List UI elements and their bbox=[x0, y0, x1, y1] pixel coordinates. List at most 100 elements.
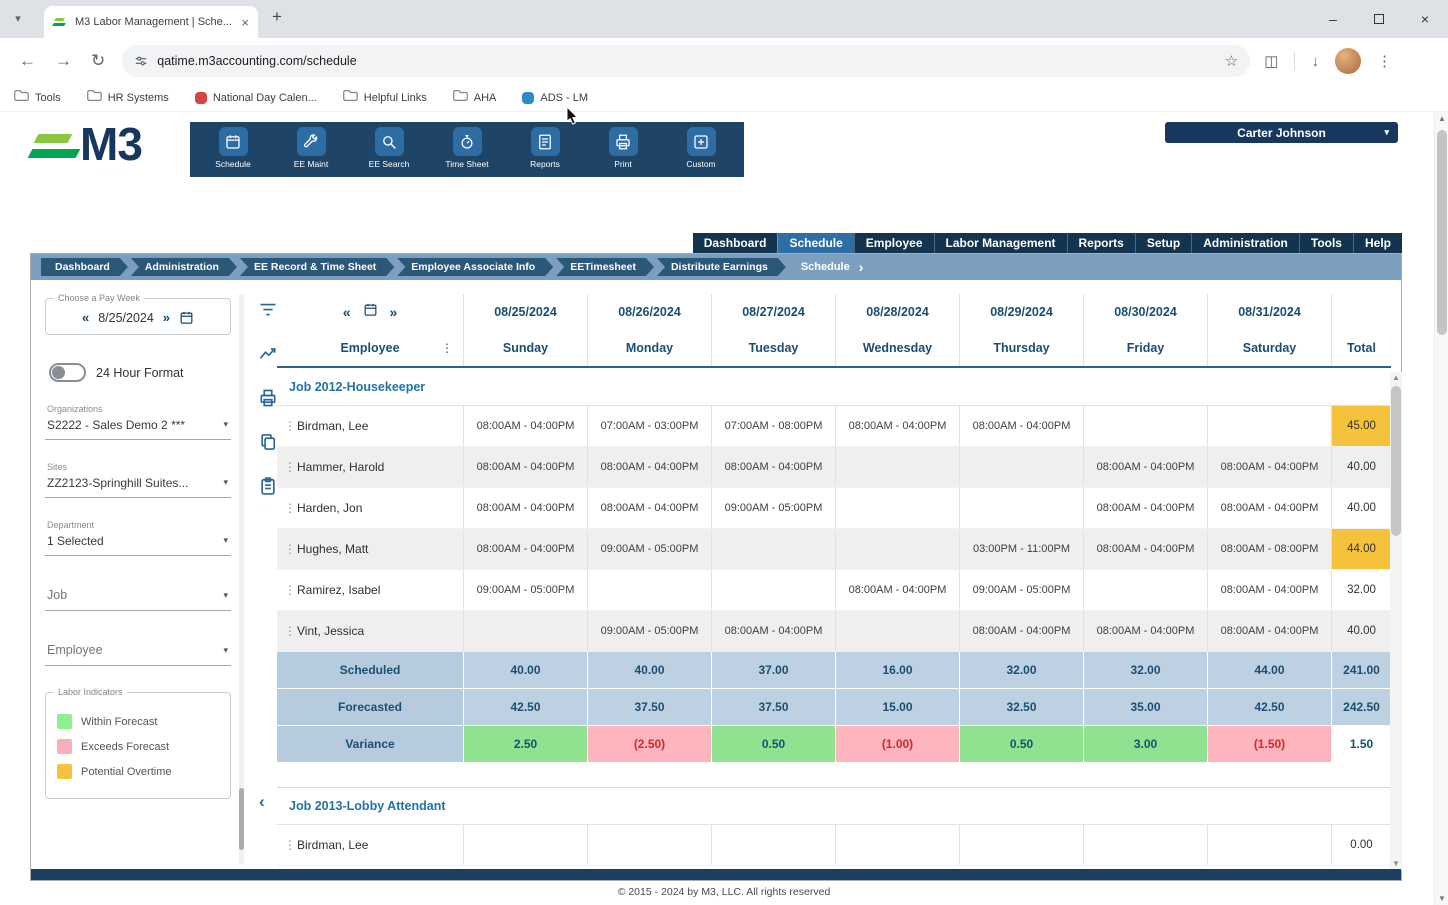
calendar-icon[interactable] bbox=[179, 310, 194, 325]
drag-handle-icon[interactable]: ⋮ bbox=[284, 624, 296, 638]
sites-select[interactable]: Sites ZZ2123-Springhill Suites... ▾ bbox=[45, 461, 231, 498]
breadcrumb-item[interactable]: Distribute Earnings bbox=[657, 258, 786, 276]
scroll-up-icon[interactable]: ▲ bbox=[1435, 114, 1448, 123]
shift-cell[interactable]: 08:00AM - 04:00PM bbox=[587, 447, 711, 487]
maximize-button[interactable] bbox=[1356, 0, 1402, 38]
bookmark-item[interactable]: Helpful Links bbox=[343, 89, 427, 107]
shift-cell[interactable] bbox=[711, 825, 835, 865]
refresh-icon[interactable]: ↻ bbox=[91, 51, 105, 71]
shift-cell[interactable]: 08:00AM - 04:00PM bbox=[959, 406, 1083, 446]
nav-tab-reports[interactable]: Reports bbox=[1067, 233, 1135, 254]
breadcrumb-item[interactable]: EETimesheet bbox=[556, 258, 654, 276]
shift-cell[interactable]: 07:00AM - 03:00PM bbox=[587, 406, 711, 446]
browser-menu-icon[interactable]: ⋮ bbox=[1377, 52, 1392, 70]
drag-handle-icon[interactable]: ⋮ bbox=[284, 583, 296, 597]
shift-cell[interactable] bbox=[835, 529, 959, 569]
breadcrumb-item[interactable]: EE Record & Time Sheet bbox=[240, 258, 394, 276]
calendar-icon[interactable] bbox=[363, 302, 378, 322]
shift-cell[interactable]: 08:00AM - 04:00PM bbox=[463, 406, 587, 446]
shift-cell[interactable] bbox=[959, 447, 1083, 487]
department-select[interactable]: Department 1 Selected ▾ bbox=[45, 519, 231, 556]
print-icon[interactable] bbox=[258, 388, 278, 408]
nav-tab-labor-management[interactable]: Labor Management bbox=[934, 233, 1067, 254]
shift-cell[interactable]: 09:00AM - 05:00PM bbox=[587, 611, 711, 651]
shift-cell[interactable] bbox=[959, 488, 1083, 528]
trend-chart-icon[interactable] bbox=[258, 344, 278, 364]
close-window-button[interactable]: × bbox=[1402, 0, 1448, 38]
drag-handle-icon[interactable]: ⋮ bbox=[284, 460, 296, 474]
shift-cell[interactable]: 08:00AM - 04:00PM bbox=[1207, 488, 1331, 528]
employee-cell[interactable]: ⋮Hammer, Harold bbox=[277, 447, 463, 487]
shift-cell[interactable] bbox=[587, 825, 711, 865]
shift-cell[interactable] bbox=[835, 611, 959, 651]
shift-cell[interactable]: 09:00AM - 05:00PM bbox=[587, 529, 711, 569]
shift-cell[interactable]: 08:00AM - 04:00PM bbox=[1083, 447, 1207, 487]
breadcrumb-item[interactable]: Dashboard bbox=[41, 258, 128, 276]
toolbar-ee-maint-button[interactable]: EE Maint bbox=[273, 127, 349, 169]
bookmark-item[interactable]: ADS - LM bbox=[522, 92, 588, 104]
toolbar-ee-search-button[interactable]: EE Search bbox=[351, 127, 427, 169]
breadcrumb-item[interactable]: Employee Associate Info bbox=[397, 258, 553, 276]
shift-cell[interactable] bbox=[463, 611, 587, 651]
organizations-select[interactable]: Organizations S2222 - Sales Demo 2 *** ▾ bbox=[45, 403, 231, 440]
shift-cell[interactable] bbox=[1207, 406, 1331, 446]
new-tab-button[interactable]: + bbox=[272, 7, 282, 27]
shift-cell[interactable]: 09:00AM - 05:00PM bbox=[711, 488, 835, 528]
shift-cell[interactable] bbox=[1207, 825, 1331, 865]
shift-cell[interactable] bbox=[587, 570, 711, 610]
drag-handle-icon[interactable]: ⋮ bbox=[284, 419, 296, 433]
nav-tab-schedule[interactable]: Schedule bbox=[777, 233, 853, 254]
shift-cell[interactable]: 08:00AM - 04:00PM bbox=[463, 447, 587, 487]
minimize-button[interactable]: – bbox=[1310, 0, 1356, 38]
site-info-icon[interactable] bbox=[134, 54, 148, 68]
shift-cell[interactable]: 07:00AM - 08:00PM bbox=[711, 406, 835, 446]
shift-cell[interactable] bbox=[463, 825, 587, 865]
collapse-sidebar-icon[interactable]: ‹ bbox=[259, 792, 265, 812]
employee-select[interactable]: Employee ▾ bbox=[45, 632, 231, 666]
shift-cell[interactable]: 08:00AM - 04:00PM bbox=[835, 570, 959, 610]
employee-cell[interactable]: ⋮Birdman, Lee bbox=[277, 825, 463, 865]
shift-cell[interactable]: 09:00AM - 05:00PM bbox=[463, 570, 587, 610]
profile-avatar[interactable] bbox=[1335, 48, 1361, 74]
shift-cell[interactable]: 08:00AM - 04:00PM bbox=[1083, 611, 1207, 651]
shift-cell[interactable]: 08:00AM - 04:00PM bbox=[463, 529, 587, 569]
bookmark-item[interactable]: Tools bbox=[14, 89, 61, 107]
prev-week-button[interactable]: « bbox=[343, 304, 351, 320]
prev-week-button[interactable]: « bbox=[82, 310, 89, 325]
bookmark-item[interactable]: AHA bbox=[453, 89, 497, 107]
browser-tab[interactable]: M3 Labor Management | Sche... × bbox=[44, 6, 258, 38]
toolbar-reports-button[interactable]: Reports bbox=[507, 127, 583, 169]
toolbar-schedule-button[interactable]: Schedule bbox=[195, 127, 271, 169]
breadcrumb-item[interactable]: Schedule bbox=[789, 258, 854, 276]
scroll-up-icon[interactable]: ▲ bbox=[1392, 372, 1400, 384]
shift-cell[interactable] bbox=[835, 825, 959, 865]
bookmark-item[interactable]: HR Systems bbox=[87, 89, 169, 107]
toolbar-print-button[interactable]: Print bbox=[585, 127, 661, 169]
shift-cell[interactable]: 08:00AM - 04:00PM bbox=[587, 488, 711, 528]
shift-cell[interactable]: 09:00AM - 05:00PM bbox=[959, 570, 1083, 610]
hour-format-toggle[interactable] bbox=[49, 363, 86, 382]
employee-cell[interactable]: ⋮Harden, Jon bbox=[277, 488, 463, 528]
nav-tab-tools[interactable]: Tools bbox=[1299, 233, 1353, 254]
shift-cell[interactable]: 08:00AM - 04:00PM bbox=[463, 488, 587, 528]
shift-cell[interactable]: 08:00AM - 04:00PM bbox=[835, 406, 959, 446]
shift-cell[interactable]: 08:00AM - 04:00PM bbox=[1207, 447, 1331, 487]
clipboard-icon[interactable] bbox=[258, 476, 278, 496]
next-week-button[interactable]: » bbox=[390, 304, 398, 320]
employee-cell[interactable]: ⋮Hughes, Matt bbox=[277, 529, 463, 569]
shift-cell[interactable]: 08:00AM - 04:00PM bbox=[1207, 611, 1331, 651]
side-panel-icon[interactable]: ◫ bbox=[1264, 52, 1278, 70]
nav-tab-employee[interactable]: Employee bbox=[854, 233, 934, 254]
shift-cell[interactable]: 08:00AM - 04:00PM bbox=[959, 611, 1083, 651]
shift-cell[interactable] bbox=[835, 488, 959, 528]
browser-scrollbar-thumb[interactable] bbox=[1437, 130, 1447, 335]
copy-icon[interactable] bbox=[258, 432, 278, 452]
drag-handle-icon[interactable]: ⋮ bbox=[284, 542, 296, 556]
drag-handle-icon[interactable]: ⋮ bbox=[284, 838, 296, 852]
sidebar-scrollbar-thumb[interactable] bbox=[239, 788, 244, 850]
shift-cell[interactable]: 03:00PM - 11:00PM bbox=[959, 529, 1083, 569]
nav-tab-administration[interactable]: Administration bbox=[1191, 233, 1299, 254]
shift-cell[interactable]: 08:00AM - 04:00PM bbox=[1083, 488, 1207, 528]
shift-cell[interactable] bbox=[711, 570, 835, 610]
shift-cell[interactable] bbox=[711, 529, 835, 569]
